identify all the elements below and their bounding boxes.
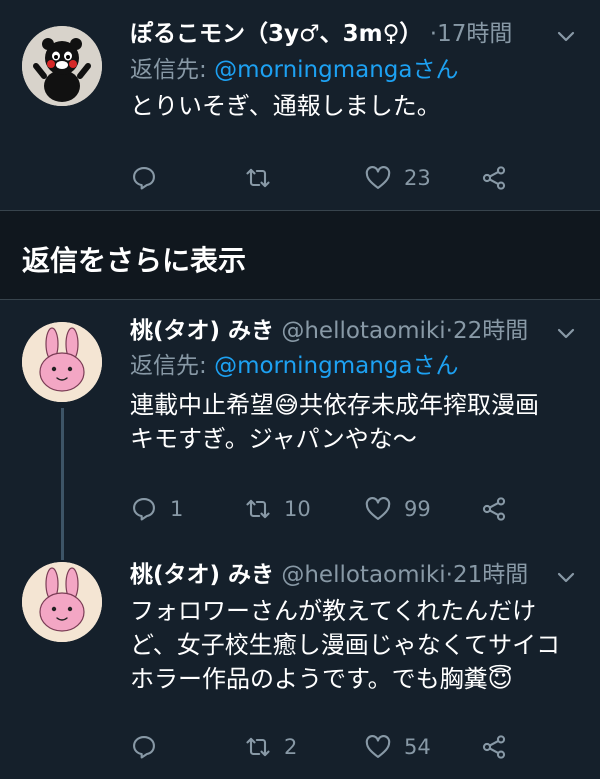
reply-icon bbox=[133, 736, 155, 759]
share-button[interactable] bbox=[480, 493, 508, 525]
reply-to-prefix: 返信先: bbox=[130, 353, 215, 379]
tweet-text-line: とりいそぎ、通報しました。 bbox=[130, 92, 441, 120]
reply-button[interactable] bbox=[130, 731, 170, 763]
timestamp[interactable]: 21時間 bbox=[453, 562, 528, 588]
like-icon bbox=[365, 497, 391, 520]
tweet-text: とりいそぎ、通報しました。 bbox=[130, 89, 570, 123]
retweet-count: 10 bbox=[284, 497, 311, 521]
reply-to-line: 返信先: @morningmangaさん bbox=[130, 350, 459, 382]
user-handle[interactable]: @hellotaomiki bbox=[281, 562, 445, 588]
avatar-kumamon[interactable] bbox=[22, 26, 102, 106]
reply-button[interactable]: 1 bbox=[130, 493, 183, 525]
kumamon-avatar-image bbox=[22, 26, 102, 106]
display-name[interactable]: 桃(タオ) みき bbox=[130, 562, 274, 588]
share-icon bbox=[482, 166, 506, 190]
tweet-text-line: 連載中止希望😅共依存未成年搾取漫画 bbox=[130, 391, 540, 419]
retweet-icon bbox=[246, 737, 270, 757]
separator-dot: · bbox=[429, 21, 438, 47]
share-icon bbox=[482, 497, 506, 521]
reply-button[interactable] bbox=[130, 162, 170, 194]
reply-mention-link[interactable]: @morningmangaさん bbox=[214, 353, 458, 379]
tweet-1[interactable]: ぽるこモン（3y♂、3m♀） ·17時間 返信先: @morningmangaさ… bbox=[0, 0, 600, 210]
like-count: 54 bbox=[404, 735, 431, 759]
timestamp[interactable]: 22時間 bbox=[453, 318, 528, 344]
reply-icon bbox=[133, 498, 155, 521]
show-more-replies-band[interactable]: 返信をさらに表示 bbox=[0, 211, 600, 299]
tweet-actions: 2 54 bbox=[128, 731, 528, 763]
tweet-3[interactable]: 桃(タオ) みき @hellotaomiki·21時間 フォロワーさんが教えてく… bbox=[0, 545, 600, 779]
reply-icon bbox=[133, 167, 155, 190]
tweet-actions: 1 10 99 bbox=[128, 493, 528, 525]
like-count: 23 bbox=[404, 166, 431, 190]
like-button[interactable]: 23 bbox=[364, 162, 431, 194]
tweet-header: ぽるこモン（3y♂、3m♀） ·17時間 bbox=[130, 18, 540, 50]
like-icon bbox=[365, 166, 391, 189]
separator-dot: · bbox=[445, 562, 453, 588]
caret-down-icon[interactable] bbox=[554, 24, 578, 48]
avatar-usagi[interactable] bbox=[22, 562, 102, 642]
retweet-button[interactable]: 10 bbox=[244, 493, 311, 525]
like-icon bbox=[365, 735, 391, 758]
caret-down-icon[interactable] bbox=[554, 321, 578, 345]
display-name[interactable]: 桃(タオ) みき bbox=[130, 318, 274, 344]
like-button[interactable]: 99 bbox=[364, 493, 431, 525]
show-more-replies[interactable]: 返信をさらに表示 bbox=[22, 241, 246, 281]
like-button[interactable]: 54 bbox=[364, 731, 431, 763]
avatar-usagi[interactable] bbox=[22, 322, 102, 402]
rabbit-avatar-image bbox=[22, 322, 102, 402]
tweet-text-line: フォロワーさんが教えてくれたんだけ bbox=[130, 597, 537, 625]
tweet-header: 桃(タオ) みき @hellotaomiki·21時間 bbox=[130, 559, 540, 591]
retweet-button[interactable] bbox=[244, 162, 284, 194]
tweet-text: フォロワーさんが教えてくれたんだけ ど、女子校生癒し漫画じゃなくてサイコ ホラー… bbox=[130, 594, 570, 696]
user-handle[interactable]: @hellotaomiki bbox=[281, 318, 445, 344]
retweet-button[interactable]: 2 bbox=[244, 731, 297, 763]
retweet-count: 2 bbox=[284, 735, 298, 759]
tweet-text-line: ど、女子校生癒し漫画じゃなくてサイコ bbox=[130, 631, 561, 659]
tweet-text: 連載中止希望😅共依存未成年搾取漫画 キモすぎ。ジャパンやな〜 bbox=[130, 388, 570, 456]
retweet-icon bbox=[246, 168, 270, 188]
tweet-header: 桃(タオ) みき @hellotaomiki·22時間 bbox=[130, 315, 540, 347]
reply-to-line: 返信先: @morningmangaさん bbox=[130, 54, 459, 86]
share-button[interactable] bbox=[480, 162, 508, 194]
tweet-actions: 23 bbox=[128, 162, 528, 194]
reply-count: 1 bbox=[170, 497, 184, 521]
timestamp[interactable]: 17時間 bbox=[437, 21, 512, 47]
share-button[interactable] bbox=[480, 731, 508, 763]
tweet-text-line: ホラー作品のようです。でも胸糞😇 bbox=[130, 665, 513, 693]
caret-down-icon[interactable] bbox=[554, 565, 578, 589]
retweet-icon bbox=[246, 499, 270, 519]
tweet-2[interactable]: 桃(タオ) みき @hellotaomiki·22時間 返信先: @mornin… bbox=[0, 300, 600, 545]
display-name[interactable]: ぽるこモン（3y♂、3m♀） bbox=[130, 21, 422, 47]
separator-dot: · bbox=[445, 318, 453, 344]
reply-to-prefix: 返信先: bbox=[130, 57, 215, 83]
tweet-text-line: キモすぎ。ジャパンやな〜 bbox=[130, 425, 417, 453]
reply-mention-link[interactable]: @morningmangaさん bbox=[214, 57, 458, 83]
rabbit-avatar-image bbox=[22, 562, 102, 642]
like-count: 99 bbox=[404, 497, 431, 521]
share-icon bbox=[482, 735, 506, 759]
